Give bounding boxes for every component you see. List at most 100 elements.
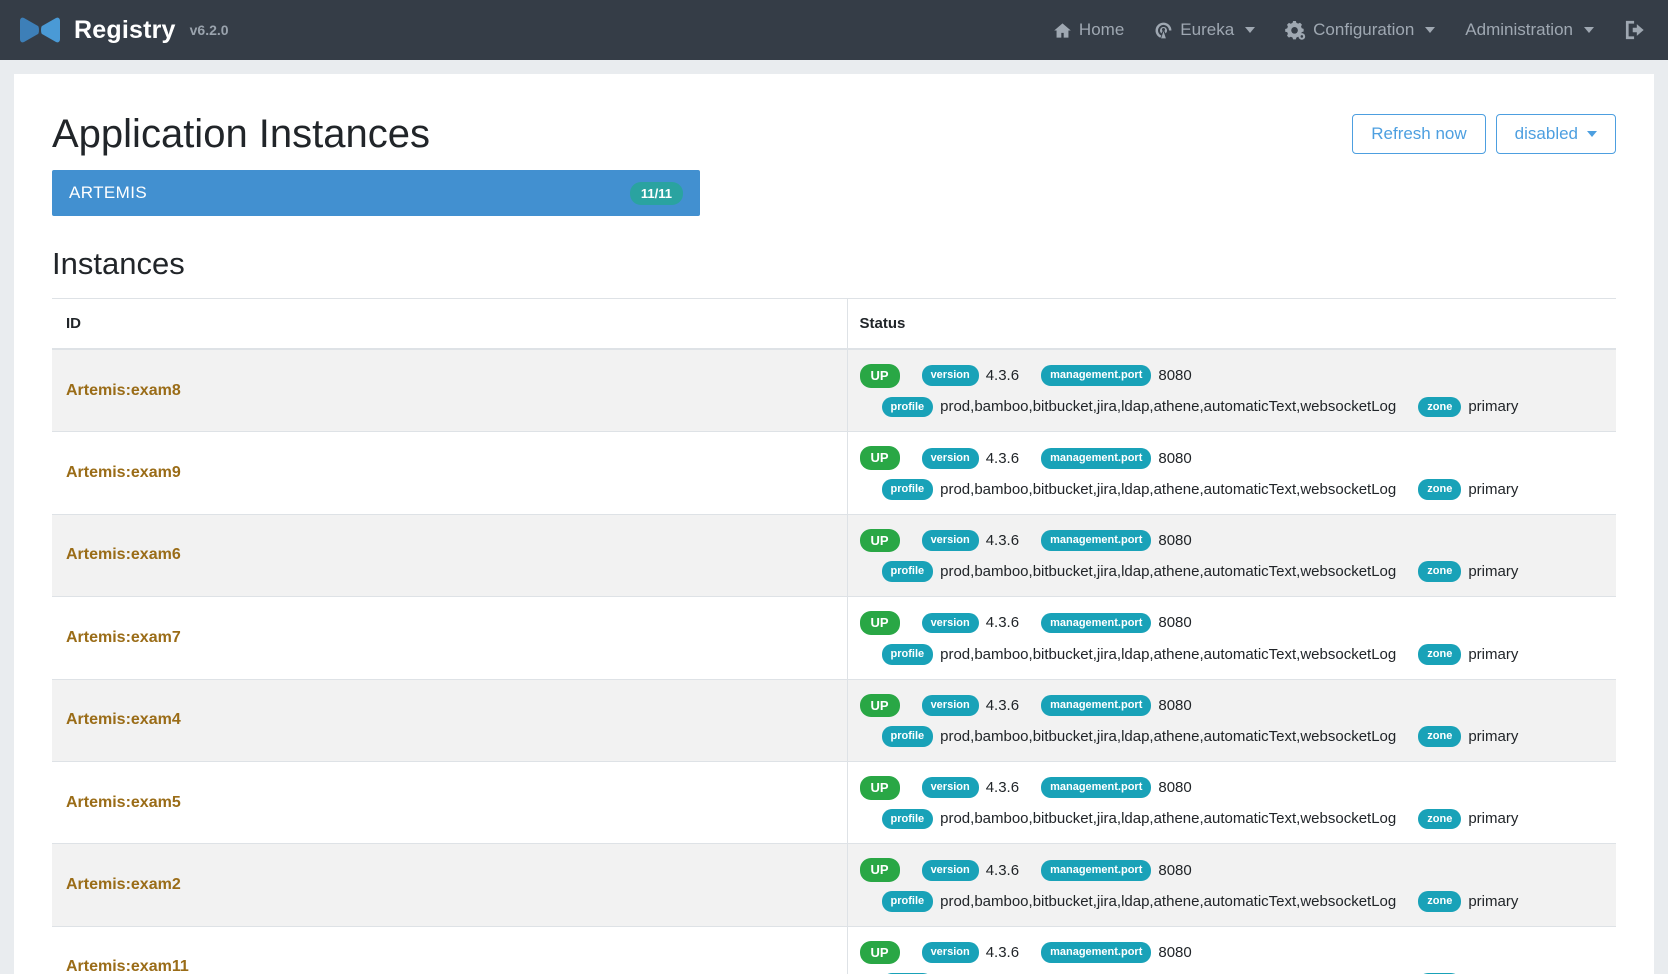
metadata-value: primary xyxy=(1468,563,1518,580)
metadata-key-badge: profile xyxy=(882,397,934,418)
metadata-item: profileprod,bamboo,bitbucket,jira,ldap,a… xyxy=(882,397,1397,418)
instance-id-cell: Artemis:exam8 xyxy=(52,349,847,432)
metadata-value: prod,bamboo,bitbucket,jira,ldap,athene,a… xyxy=(940,810,1396,827)
table-header-row: ID Status xyxy=(52,299,1616,350)
brand-name: Registry xyxy=(74,16,176,45)
column-header-id[interactable]: ID xyxy=(52,299,847,350)
metadata-item: management.port 8080 xyxy=(1041,530,1192,551)
metadata-key-badge: zone xyxy=(1418,891,1461,912)
brand-version: v6.2.0 xyxy=(190,22,229,38)
instance-id-link[interactable]: Artemis:exam9 xyxy=(66,464,181,481)
metadata-value: 8080 xyxy=(1158,367,1191,384)
metadata-item: version4.3.6 xyxy=(922,365,1020,386)
metadata-item: zoneprimary xyxy=(1418,644,1518,665)
instance-id-link[interactable]: Artemis:exam7 xyxy=(66,629,181,646)
metadata-value: primary xyxy=(1468,893,1518,910)
page-header: Application Instances Refresh now disabl… xyxy=(52,102,1616,156)
metadata-value: 8080 xyxy=(1158,532,1191,549)
metadata-item: zoneprimary xyxy=(1418,479,1518,500)
instance-id-cell: Artemis:exam9 xyxy=(52,432,847,514)
status-metadata-container: UPversion4.3.6management.port8080profile… xyxy=(860,529,1605,582)
metadata-item: profileprod,bamboo,bitbucket,jira,ldap,a… xyxy=(882,561,1397,582)
nav-item-eureka-label: Eureka xyxy=(1180,20,1234,40)
application-bar-artemis[interactable]: ARTEMIS 11/11 xyxy=(52,170,700,216)
metadata-key-badge: profile xyxy=(882,726,934,747)
nav-item-home-label: Home xyxy=(1079,20,1124,40)
nav-item-configuration[interactable]: Configuration xyxy=(1285,20,1435,40)
metadata-key-badge: profile xyxy=(882,644,934,665)
metadata-item: version4.3.6 xyxy=(922,613,1020,634)
instance-id-link[interactable]: Artemis:exam8 xyxy=(66,382,181,399)
instance-status-cell: UPversion4.3.6management.port8080profile… xyxy=(847,679,1616,761)
status-badge: UP xyxy=(860,858,900,882)
instance-id-link[interactable]: Artemis:exam4 xyxy=(66,711,181,728)
metadata-value: 8080 xyxy=(1158,697,1191,714)
metadata-item: management.port8080 xyxy=(1041,860,1192,881)
nav-item-administration[interactable]: Administration xyxy=(1465,20,1594,40)
metadata-key-badge: profile xyxy=(882,561,934,582)
metadata-item: zoneprimary xyxy=(1418,561,1518,582)
metadata-item: profileprod,bamboo,bitbucket,jira,ldap,a… xyxy=(882,809,1397,830)
status-badge: UP xyxy=(860,776,900,800)
page-container: Application Instances Refresh now disabl… xyxy=(0,60,1668,974)
metadata-key-badge: version xyxy=(922,860,979,881)
table-row: Artemis:exam2UPversion4.3.6management.po… xyxy=(52,844,1616,926)
bowtie-logo-icon xyxy=(18,17,62,43)
nav-item-configuration-label: Configuration xyxy=(1313,20,1414,40)
metadata-item: zone primary xyxy=(1418,726,1518,747)
instance-id-link[interactable]: Artemis:exam6 xyxy=(66,546,181,563)
metadata-item: profile prod,bamboo,bitbucket,jira,ldap,a… xyxy=(882,644,1397,665)
chevron-down-icon xyxy=(1425,27,1435,33)
instance-id-link[interactable]: Artemis:exam2 xyxy=(66,876,181,893)
status-metadata-container: UPversion4.3.6management.port8080profile… xyxy=(860,858,1605,911)
metadata-key-badge: version xyxy=(922,777,979,798)
status-metadata-container: UPversion4.3.6management.port8080profile… xyxy=(860,364,1605,417)
metadata-value: prod,bamboo,bitbucket,jira,ldap,athene,a… xyxy=(940,646,1396,663)
metadata-value: 4.3.6 xyxy=(986,614,1019,631)
metadata-value: 8080 xyxy=(1158,614,1191,631)
column-header-status[interactable]: Status xyxy=(847,299,1616,350)
chevron-down-icon xyxy=(1584,27,1594,33)
metadata-value: 4.3.6 xyxy=(986,450,1019,467)
chevron-down-icon xyxy=(1587,131,1597,137)
autorefresh-dropdown[interactable]: disabled xyxy=(1496,114,1616,154)
metadata-key-badge: management.port xyxy=(1041,530,1151,551)
instance-status-cell: UPversion4.3.6management.port8080profile… xyxy=(847,432,1616,514)
logout-button[interactable] xyxy=(1624,20,1646,40)
metadata-value: 4.3.6 xyxy=(986,532,1019,549)
metadata-value: primary xyxy=(1468,728,1518,745)
brand-logo-link[interactable]: Registry v6.2.0 xyxy=(18,16,229,45)
instance-id-link[interactable]: Artemis:exam11 xyxy=(66,958,189,974)
metadata-item: version4.3.6 xyxy=(922,942,1020,963)
metadata-value: prod,bamboo,bitbucket,jira,ldap,athene,a… xyxy=(940,728,1396,745)
metadata-key-badge: profile xyxy=(882,891,934,912)
metadata-value: primary xyxy=(1468,481,1518,498)
status-badge: UP xyxy=(860,941,900,965)
metadata-key-badge: management.port xyxy=(1041,942,1151,963)
nav-item-home[interactable]: Home xyxy=(1053,20,1124,40)
status-badge: UP xyxy=(860,529,900,553)
home-icon xyxy=(1053,21,1072,40)
metadata-key-badge: zone xyxy=(1418,726,1461,747)
metadata-item: profileprod,bamboo,bitbucket,jira,ldap,a… xyxy=(882,479,1397,500)
instances-table: ID Status Artemis:exam8UPversion4.3.6man… xyxy=(52,298,1616,974)
metadata-item: profile prod,bamboo,bitbucket,jira,ldap,a… xyxy=(882,726,1397,747)
metadata-key-badge: management.port xyxy=(1041,613,1151,634)
metadata-key-badge: version xyxy=(922,365,979,386)
gears-icon xyxy=(1285,21,1306,40)
metadata-item: management.port 8080 xyxy=(1041,695,1192,716)
instance-id-link[interactable]: Artemis:exam5 xyxy=(66,794,181,811)
instances-table-head: ID Status xyxy=(52,299,1616,350)
table-row: Artemis:exam9UPversion4.3.6management.po… xyxy=(52,432,1616,514)
metadata-value: 4.3.6 xyxy=(986,944,1019,961)
refresh-now-button[interactable]: Refresh now xyxy=(1352,114,1485,154)
metadata-key-badge: management.port xyxy=(1041,695,1151,716)
metadata-item: management.port8080 xyxy=(1041,448,1192,469)
instance-id-cell: Artemis:exam4 xyxy=(52,679,847,761)
metadata-key-badge: version xyxy=(922,695,979,716)
metadata-key-badge: version xyxy=(922,448,979,469)
header-actions: Refresh now disabled xyxy=(1352,102,1616,154)
status-metadata-container: UPversion4.3.6management.port8080profile… xyxy=(860,446,1605,499)
table-row: Artemis:exam7UPversion4.3.6management.po… xyxy=(52,597,1616,679)
nav-item-eureka[interactable]: Eureka xyxy=(1154,20,1255,40)
